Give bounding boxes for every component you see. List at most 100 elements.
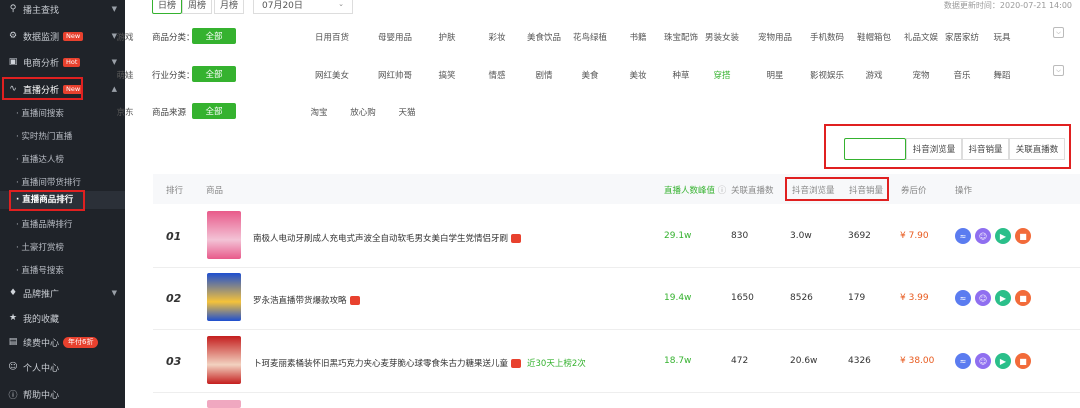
filter-industry-option[interactable]: 宠物 [912,69,929,81]
product-name[interactable]: 罗永浩直播带货爆款攻略 [253,294,360,306]
filter-source-option[interactable]: 天猫 [398,106,415,118]
sidebar-item-help[interactable]: ⓘ 帮助中心 [0,385,125,403]
play-icon[interactable]: ▶ [995,353,1011,369]
filter-source-all-button[interactable]: 全部 [192,103,236,119]
highlight-box [2,77,83,100]
filter-label-category: 商品分类： [152,33,195,43]
filter-industry-all-button[interactable]: 全部 [192,66,236,82]
play-icon[interactable]: ▶ [995,228,1011,244]
filter-category-option[interactable]: 珠宝配饰 [664,31,698,43]
filter-industry-option[interactable]: 萌娃 [116,69,133,81]
filter-category-option[interactable]: 书籍 [629,31,646,43]
filter-industry-option[interactable]: 穿搭 [713,69,730,81]
product-thumbnail[interactable] [207,211,241,259]
tab-daily[interactable]: 日榜 [152,0,182,14]
filter-category-all-button[interactable]: 全部 [192,28,236,44]
filter-source-option[interactable]: 京东 [116,106,133,118]
filter-category-option[interactable]: 礼品文娱 [904,31,938,43]
sidebar-sub-hot-live[interactable]: · 实时热门直播 [0,130,125,142]
product-thumbnail[interactable] [207,273,241,321]
filter-category-option[interactable]: 玩具 [993,31,1010,43]
sidebar-sub-live-room-search[interactable]: · 直播间搜索 [0,107,125,119]
filter-category-option[interactable]: 日用百货 [315,31,349,43]
highlight-box [785,177,889,201]
filter-category-option[interactable]: 彩妆 [488,31,505,43]
sidebar-item-profile[interactable]: ☺ 个人中心 [0,358,125,376]
filter-source-option[interactable]: 放心购 [350,106,376,118]
metric-views-button[interactable]: 抖音浏览量 [906,138,962,160]
filter-category-option[interactable]: 护肤 [438,31,455,43]
sidebar-item-streamer-search[interactable]: ⚲ 播主查找 ▼ [0,0,125,18]
filter-industry-option[interactable]: 游戏 [865,69,882,81]
filter-category-option[interactable]: 游戏 [116,31,133,43]
filter-category-option[interactable]: 母婴用品 [378,31,412,43]
person-icon[interactable]: ☺ [975,353,991,369]
sales-value: 179 [848,293,866,303]
tab-monthly[interactable]: 月榜 [214,0,244,14]
play-icon[interactable]: ▶ [995,290,1011,306]
price-value: ¥ 7.90 [900,231,929,241]
expand-chevron-icon[interactable]: ⌵ [1053,27,1064,38]
header-rank: 排行 [166,186,184,196]
filter-industry-option[interactable]: 网红美女 [315,69,349,81]
sidebar-sub-live-brand-rank[interactable]: · 直播品牌排行 [0,218,125,230]
metric-peak-viewers-button[interactable]: 直播人数峰值 [844,138,906,160]
bag-icon[interactable]: ■ [1015,290,1031,306]
sidebar-sub-tip-rank[interactable]: · 土豪打赏榜 [0,241,125,253]
bag-icon[interactable]: ■ [1015,353,1031,369]
filter-category-option[interactable]: 家居家纺 [945,31,979,43]
filter-industry-option[interactable]: 种草 [672,69,689,81]
sidebar-item-brand-promo[interactable]: ♦ 品牌推广 ▼ [0,284,125,302]
search-icon: ⚲ [9,4,17,14]
filter-industry-option[interactable]: 情感 [488,69,505,81]
filter-industry-option[interactable]: 网红帅哥 [378,69,412,81]
date-select[interactable]: 07月20日 ⌄ [253,0,353,14]
sidebar-item-data-monitor[interactable]: ⚙ 数据监测 New ▼ [0,26,125,46]
product-thumbnail[interactable] [207,400,241,408]
filter-industry-option[interactable]: 美食 [581,69,598,81]
filter-industry-option[interactable]: 影视娱乐 [810,69,844,81]
row-divider [153,392,1080,393]
sidebar-sub-live-sales-rank[interactable]: · 直播间带货排行 [0,176,125,188]
filter-source-option[interactable]: 淘宝 [310,106,327,118]
filter-category-option[interactable]: 宠物用品 [758,31,792,43]
chevron-down-icon: ▼ [111,289,117,297]
bag-icon[interactable]: ■ [1015,228,1031,244]
person-icon[interactable]: ☺ [975,228,991,244]
views-value: 3.0w [790,231,812,241]
tab-weekly[interactable]: 周榜 [182,0,212,14]
header-related-live[interactable]: 关联直播数 [731,184,774,196]
header-peak-viewers[interactable]: 直播人数峰值 ⓘ [664,184,726,196]
metric-sales-button[interactable]: 抖音销量 [962,138,1009,160]
filter-category-option[interactable]: 男装女装 [705,31,739,43]
filter-category-option[interactable]: 花鸟绿植 [573,31,607,43]
product-thumbnail[interactable] [207,336,241,384]
expand-chevron-icon[interactable]: ⌵ [1053,65,1064,76]
filter-industry-option[interactable]: 明星 [766,69,783,81]
chart-icon[interactable]: ≈ [955,353,971,369]
filter-industry-option[interactable]: 音乐 [953,69,970,81]
chart-icon[interactable]: ≈ [955,290,971,306]
filter-category-option[interactable]: 手机数码 [810,31,844,43]
product-name[interactable]: 南极人电动牙刷成人充电式声波全自动软毛男女美白学生党情侣牙刷 [253,232,522,244]
person-icon[interactable]: ☺ [975,290,991,306]
filter-category-option[interactable]: 美食饮品 [527,31,561,43]
chart-icon[interactable]: ≈ [955,228,971,244]
product-name[interactable]: 卜珂麦丽素桶装怀旧黑巧克力夹心麦芽脆心球零食朱古力糖果送儿童 近30天上榜2次 [253,357,586,369]
chevron-down-icon: ⌄ [338,0,344,8]
peak-viewers-value: 29.1w [664,231,692,241]
views-value: 20.6w [790,356,818,366]
sidebar-item-favorites[interactable]: ★ 我的收藏 [0,309,125,327]
sidebar-item-ecommerce[interactable]: ▣ 电商分析 Hot ▼ [0,52,125,72]
metric-related-live-button[interactable]: 关联直播数 [1009,138,1065,160]
sidebar-sub-live-talent-rank[interactable]: · 直播达人榜 [0,153,125,165]
filter-category-option[interactable]: 鞋帽箱包 [857,31,891,43]
filter-industry-option[interactable]: 搞笑 [438,69,455,81]
filter-industry-option[interactable]: 剧情 [535,69,552,81]
sidebar-item-renewal[interactable]: ▤ 续费中心 年付6折 [0,333,125,351]
sidebar-item-label: 个人中心 [23,363,60,374]
sales-value: 4326 [848,356,871,366]
sidebar-sub-live-account-search[interactable]: · 直播号搜索 [0,264,125,276]
filter-industry-option[interactable]: 美妆 [629,69,646,81]
filter-industry-option[interactable]: 舞蹈 [993,69,1010,81]
